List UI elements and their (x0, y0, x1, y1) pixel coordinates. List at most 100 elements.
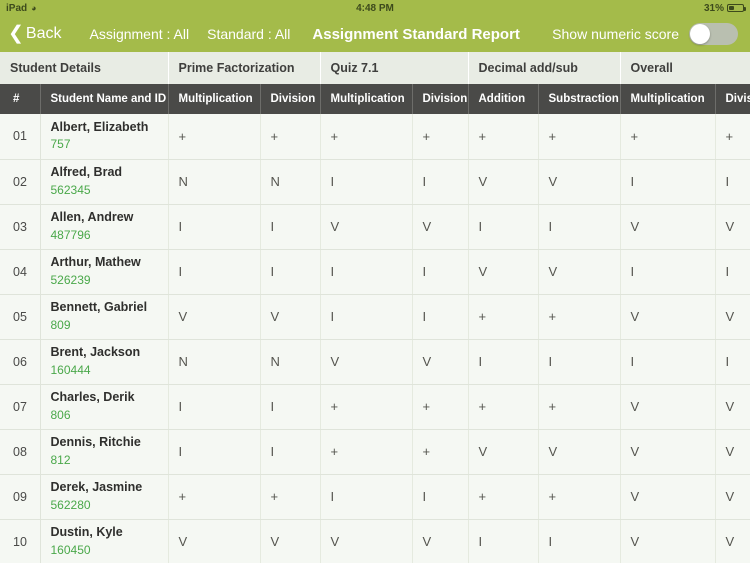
score-cell[interactable]: I (320, 474, 413, 520)
table-row[interactable]: 04 Arthur, Mathew 526239 I I I I V V I I (0, 249, 750, 295)
score-cell[interactable]: I (468, 339, 539, 385)
score-cell[interactable]: N (168, 159, 261, 205)
column-header-number[interactable]: # (0, 84, 41, 114)
score-cell[interactable]: V (538, 249, 621, 295)
score-cell[interactable]: V (715, 294, 750, 340)
score-cell[interactable]: I (260, 204, 321, 250)
score-cell[interactable]: V (715, 429, 750, 475)
standard-filter-button[interactable]: Standard : All (207, 26, 290, 42)
score-cell[interactable]: I (412, 294, 469, 340)
student-cell[interactable]: Albert, Elizabeth 757 (40, 114, 169, 160)
score-cell[interactable]: V (412, 519, 469, 563)
score-cell[interactable]: I (538, 339, 621, 385)
score-cell[interactable]: V (468, 429, 539, 475)
score-cell[interactable]: + (320, 384, 413, 430)
column-header-pf-multiplication[interactable]: Multiplication (168, 84, 261, 114)
score-cell[interactable]: + (412, 384, 469, 430)
score-cell[interactable]: I (538, 519, 621, 563)
score-cell[interactable]: + (260, 114, 321, 160)
student-cell[interactable]: Brent, Jackson 160444 (40, 339, 169, 385)
score-cell[interactable]: V (715, 474, 750, 520)
score-cell[interactable]: + (412, 114, 469, 160)
score-cell[interactable]: I (260, 249, 321, 295)
score-cell[interactable]: + (168, 114, 261, 160)
score-cell[interactable]: + (538, 114, 621, 160)
score-cell[interactable]: + (412, 429, 469, 475)
score-cell[interactable]: + (620, 114, 716, 160)
score-cell[interactable]: + (468, 384, 539, 430)
table-row[interactable]: 10 Dustin, Kyle 160450 V V V V I I V V (0, 519, 750, 563)
score-cell[interactable]: V (620, 204, 716, 250)
student-cell[interactable]: Charles, Derik 806 (40, 384, 169, 430)
column-header-overall-multiplication[interactable]: Multiplication (620, 84, 716, 114)
table-row[interactable]: 05 Bennett, Gabriel 809 V V I I + + V V (0, 294, 750, 340)
score-cell[interactable]: V (320, 339, 413, 385)
score-cell[interactable]: I (412, 249, 469, 295)
column-header-quiz-multiplication[interactable]: Multiplication (320, 84, 413, 114)
score-cell[interactable]: V (538, 159, 621, 205)
score-cell[interactable]: I (620, 339, 716, 385)
student-cell[interactable]: Dustin, Kyle 160450 (40, 519, 169, 563)
score-cell[interactable]: V (468, 159, 539, 205)
score-cell[interactable]: + (468, 114, 539, 160)
score-cell[interactable]: I (468, 204, 539, 250)
score-cell[interactable]: + (168, 474, 261, 520)
score-cell[interactable]: V (412, 204, 469, 250)
score-cell[interactable]: I (538, 204, 621, 250)
score-cell[interactable]: + (715, 114, 750, 160)
score-cell[interactable]: I (168, 249, 261, 295)
score-cell[interactable]: I (412, 474, 469, 520)
table-row[interactable]: 03 Allen, Andrew 487796 I I V V I I V V (0, 204, 750, 250)
student-cell[interactable]: Dennis, Ritchie 812 (40, 429, 169, 475)
show-numeric-score-toggle[interactable] (689, 23, 738, 45)
score-cell[interactable]: I (715, 159, 750, 205)
score-cell[interactable]: + (320, 114, 413, 160)
score-cell[interactable]: V (620, 474, 716, 520)
score-cell[interactable]: I (715, 339, 750, 385)
table-row[interactable]: 08 Dennis, Ritchie 812 I I + + V V V V (0, 429, 750, 475)
score-cell[interactable]: I (260, 384, 321, 430)
score-cell[interactable]: V (620, 519, 716, 563)
table-row[interactable]: 07 Charles, Derik 806 I I + + + + V V (0, 384, 750, 430)
student-cell[interactable]: Derek, Jasmine 562280 (40, 474, 169, 520)
score-cell[interactable]: N (260, 339, 321, 385)
score-cell[interactable]: V (620, 429, 716, 475)
score-cell[interactable]: V (620, 294, 716, 340)
column-header-decimal-substraction[interactable]: Substraction (538, 84, 621, 114)
score-cell[interactable]: N (168, 339, 261, 385)
score-cell[interactable]: V (538, 429, 621, 475)
score-cell[interactable]: V (260, 519, 321, 563)
score-cell[interactable]: I (168, 429, 261, 475)
report-table-scroll-area[interactable]: Student Details Prime Factorization Quiz… (0, 52, 750, 563)
score-cell[interactable]: I (320, 159, 413, 205)
score-cell[interactable]: + (538, 294, 621, 340)
score-cell[interactable]: I (168, 384, 261, 430)
assignment-filter-button[interactable]: Assignment : All (90, 26, 190, 42)
score-cell[interactable]: + (260, 474, 321, 520)
score-cell[interactable]: N (260, 159, 321, 205)
student-cell[interactable]: Bennett, Gabriel 809 (40, 294, 169, 340)
score-cell[interactable]: + (468, 294, 539, 340)
score-cell[interactable]: V (715, 204, 750, 250)
score-cell[interactable]: I (715, 249, 750, 295)
score-cell[interactable]: V (168, 519, 261, 563)
student-cell[interactable]: Allen, Andrew 487796 (40, 204, 169, 250)
table-row[interactable]: 06 Brent, Jackson 160444 N N V V I I I I (0, 339, 750, 385)
column-header-student-name-and-id[interactable]: Student Name and ID (40, 84, 169, 114)
score-cell[interactable]: V (168, 294, 261, 340)
score-cell[interactable]: V (412, 339, 469, 385)
table-row[interactable]: 09 Derek, Jasmine 562280 + + I I + + V V (0, 474, 750, 520)
score-cell[interactable]: I (320, 249, 413, 295)
score-cell[interactable]: V (468, 249, 539, 295)
table-row[interactable]: 01 Albert, Elizabeth 757 + + + + + + + + (0, 114, 750, 160)
score-cell[interactable]: I (620, 249, 716, 295)
score-cell[interactable]: V (320, 519, 413, 563)
column-header-decimal-addition[interactable]: Addition (468, 84, 539, 114)
score-cell[interactable]: V (320, 204, 413, 250)
student-cell[interactable]: Arthur, Mathew 526239 (40, 249, 169, 295)
column-header-quiz-division[interactable]: Division (412, 84, 469, 114)
score-cell[interactable]: V (260, 294, 321, 340)
score-cell[interactable]: + (538, 474, 621, 520)
score-cell[interactable]: V (715, 519, 750, 563)
column-header-pf-division[interactable]: Division (260, 84, 321, 114)
